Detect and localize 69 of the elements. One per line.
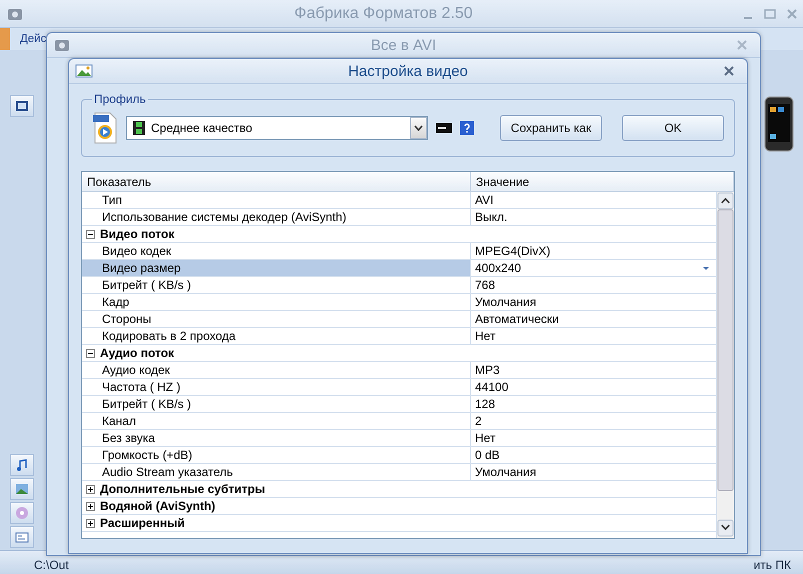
property-value[interactable]: Автоматически bbox=[471, 311, 716, 327]
close-icon bbox=[737, 40, 747, 50]
group-label: Аудио поток bbox=[100, 346, 174, 360]
collapse-icon[interactable] bbox=[86, 230, 95, 238]
save-as-button[interactable]: Сохранить как bbox=[500, 115, 602, 141]
property-value[interactable]: Выкл. bbox=[471, 209, 716, 225]
expand-icon[interactable] bbox=[86, 484, 95, 494]
group-label: Профиль bbox=[93, 92, 147, 106]
property-value[interactable]: 400x240 bbox=[471, 260, 716, 276]
video-file-icon bbox=[92, 112, 118, 144]
property-value[interactable]: Умолчания bbox=[471, 464, 716, 480]
property-value[interactable]: 0 dB bbox=[471, 447, 716, 463]
property-name: Кодировать в 2 прохода bbox=[82, 328, 471, 344]
dropdown-button[interactable] bbox=[410, 117, 427, 139]
property-name: Использование системы декодер (AviSynth) bbox=[82, 209, 471, 225]
scrollbar[interactable] bbox=[716, 192, 734, 538]
property-value[interactable]: 128 bbox=[471, 396, 716, 412]
property-value[interactable]: 44100 bbox=[471, 379, 716, 395]
output-path: C:\Out bbox=[34, 558, 69, 572]
picture-icon bbox=[75, 62, 93, 80]
property-name: Audio Stream указатель bbox=[82, 464, 471, 480]
group-label: Дополнительные субтитры bbox=[100, 482, 266, 496]
property-name: Битрейт ( KB/s ) bbox=[82, 396, 471, 412]
expand-icon[interactable] bbox=[86, 502, 95, 510]
property-name: Видео размер bbox=[82, 260, 471, 276]
profile-select[interactable]: Среднее качество bbox=[126, 116, 428, 140]
property-value[interactable]: Умолчания bbox=[471, 294, 716, 310]
phone-icon bbox=[764, 96, 794, 152]
expand-icon[interactable] bbox=[86, 518, 95, 528]
property-value[interactable]: Нет bbox=[471, 328, 716, 344]
close-icon bbox=[787, 8, 797, 18]
close-icon bbox=[724, 66, 734, 76]
dialog-title: Настройка видео bbox=[347, 62, 469, 80]
property-name: Видео кодек bbox=[82, 243, 471, 259]
property-value[interactable]: MP3 bbox=[471, 362, 716, 378]
window-title: Фабрика Форматов 2.50 bbox=[293, 4, 474, 22]
column-header[interactable]: Показатель bbox=[82, 172, 471, 191]
maximize-icon bbox=[764, 8, 776, 18]
property-value[interactable]: 768 bbox=[471, 277, 716, 293]
card-icon[interactable] bbox=[10, 526, 34, 548]
group-label: Видео поток bbox=[100, 227, 174, 241]
property-value[interactable]: AVI bbox=[471, 192, 716, 208]
property-name: Стороны bbox=[82, 311, 471, 327]
group-label: Водяной (AviSynth) bbox=[100, 499, 216, 513]
menu-item[interactable]: Дейс bbox=[20, 33, 46, 45]
ok-button[interactable]: OK bbox=[622, 115, 724, 141]
chevron-down-icon bbox=[414, 125, 423, 131]
window-title: Все в AVI bbox=[370, 36, 438, 54]
property-name: Битрейт ( KB/s ) bbox=[82, 277, 471, 293]
property-name: Аудио кодек bbox=[82, 362, 471, 378]
help-icon[interactable] bbox=[460, 121, 474, 135]
column-header[interactable]: Значение bbox=[471, 172, 734, 191]
property-value[interactable]: 2 bbox=[471, 413, 716, 429]
dropdown-arrow-icon[interactable] bbox=[702, 266, 710, 270]
property-name: Тип bbox=[82, 192, 471, 208]
minimize-icon bbox=[743, 16, 753, 18]
music-icon[interactable] bbox=[10, 454, 34, 476]
console-icon[interactable] bbox=[436, 123, 452, 133]
image-icon[interactable] bbox=[10, 478, 34, 500]
collapse-icon[interactable] bbox=[86, 348, 95, 358]
status-text: ить ПК bbox=[754, 558, 791, 572]
property-name: Без звука bbox=[82, 430, 471, 446]
property-name: Канал bbox=[82, 413, 471, 429]
property-value[interactable]: Нет bbox=[471, 430, 716, 446]
property-name: Громкость (+dB) bbox=[82, 447, 471, 463]
group-label: Расширенный bbox=[100, 516, 185, 530]
property-value[interactable]: MPEG4(DivX) bbox=[471, 243, 716, 259]
property-name: Кадр bbox=[82, 294, 471, 310]
property-name: Частота ( HZ ) bbox=[82, 379, 471, 395]
